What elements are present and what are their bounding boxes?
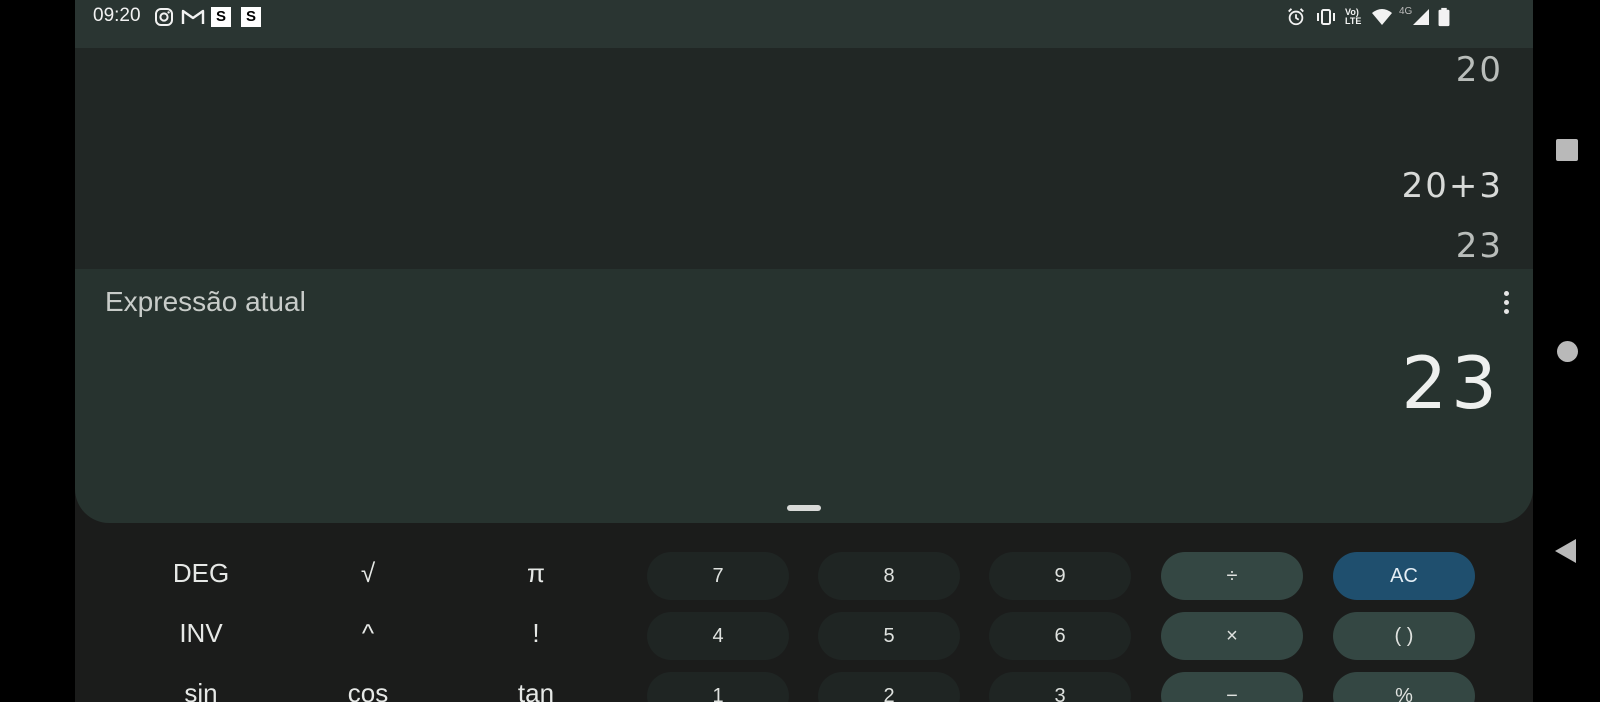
factorial-button[interactable]: ! bbox=[466, 618, 606, 649]
percent-button[interactable]: % bbox=[1333, 672, 1475, 702]
4g-signal-icon bbox=[1413, 9, 1429, 25]
status-bar: 09:20 S S Vo) LTE 4G bbox=[75, 0, 1533, 48]
tan-button[interactable]: tan bbox=[466, 678, 606, 702]
digit-7-button[interactable]: 7 bbox=[647, 552, 789, 600]
inv-button[interactable]: INV bbox=[131, 618, 271, 649]
all-clear-button[interactable]: AC bbox=[1333, 552, 1475, 600]
digit-2-button[interactable]: 2 bbox=[818, 672, 960, 702]
instagram-icon bbox=[155, 8, 173, 26]
digit-9-button[interactable]: 9 bbox=[989, 552, 1131, 600]
s-app-icon: S bbox=[241, 7, 261, 27]
volte-icon: Vo) LTE bbox=[1345, 7, 1362, 26]
alarm-icon bbox=[1288, 8, 1304, 26]
digit-3-button[interactable]: 3 bbox=[989, 672, 1131, 702]
calculator-screen: 09:20 S S Vo) LTE 4G 20 20+3 23 Expressã… bbox=[75, 0, 1533, 702]
current-expression-panel: Expressão atual 23 bbox=[75, 269, 1533, 523]
digit-4-button[interactable]: 4 bbox=[647, 612, 789, 660]
home-icon[interactable] bbox=[1557, 341, 1578, 362]
s-app-icon: S bbox=[211, 7, 231, 27]
history-result[interactable]: 23 bbox=[1456, 226, 1503, 266]
navigation-bar bbox=[1533, 0, 1600, 702]
digit-5-button[interactable]: 5 bbox=[818, 612, 960, 660]
multiply-button[interactable]: × bbox=[1161, 612, 1303, 660]
wifi-icon bbox=[1372, 9, 1392, 25]
digit-1-button[interactable]: 1 bbox=[647, 672, 789, 702]
drag-handle[interactable] bbox=[787, 505, 821, 511]
sin-button[interactable]: sin bbox=[131, 678, 271, 702]
sqrt-button[interactable]: √ bbox=[298, 558, 438, 589]
digit-6-button[interactable]: 6 bbox=[989, 612, 1131, 660]
power-button[interactable]: ^ bbox=[298, 618, 438, 649]
status-time: 09:20 bbox=[93, 5, 141, 26]
deg-button[interactable]: DEG bbox=[131, 558, 271, 589]
minus-button[interactable]: − bbox=[1161, 672, 1303, 702]
battery-icon bbox=[1438, 7, 1450, 27]
cos-button[interactable]: cos bbox=[298, 678, 438, 702]
gmail-icon bbox=[181, 9, 205, 24]
current-expression-label: Expressão atual bbox=[105, 286, 306, 317]
history-expression[interactable]: 20+3 bbox=[1402, 166, 1503, 206]
divide-button[interactable]: ÷ bbox=[1161, 552, 1303, 600]
back-icon[interactable] bbox=[1555, 539, 1576, 563]
history-panel[interactable]: 20 20+3 23 bbox=[75, 48, 1533, 269]
current-result[interactable]: 23 bbox=[1401, 341, 1501, 425]
pi-button[interactable]: π bbox=[466, 558, 606, 589]
parentheses-button[interactable]: ( ) bbox=[1333, 612, 1475, 660]
recents-icon[interactable] bbox=[1556, 139, 1578, 161]
vibrate-icon bbox=[1317, 9, 1335, 25]
more-options-icon[interactable] bbox=[1501, 291, 1511, 317]
digit-8-button[interactable]: 8 bbox=[818, 552, 960, 600]
history-result[interactable]: 20 bbox=[1456, 50, 1503, 90]
keypad: DEG √ π INV ^ ! sin cos tan 7 8 9 ÷ AC 4… bbox=[75, 523, 1533, 702]
